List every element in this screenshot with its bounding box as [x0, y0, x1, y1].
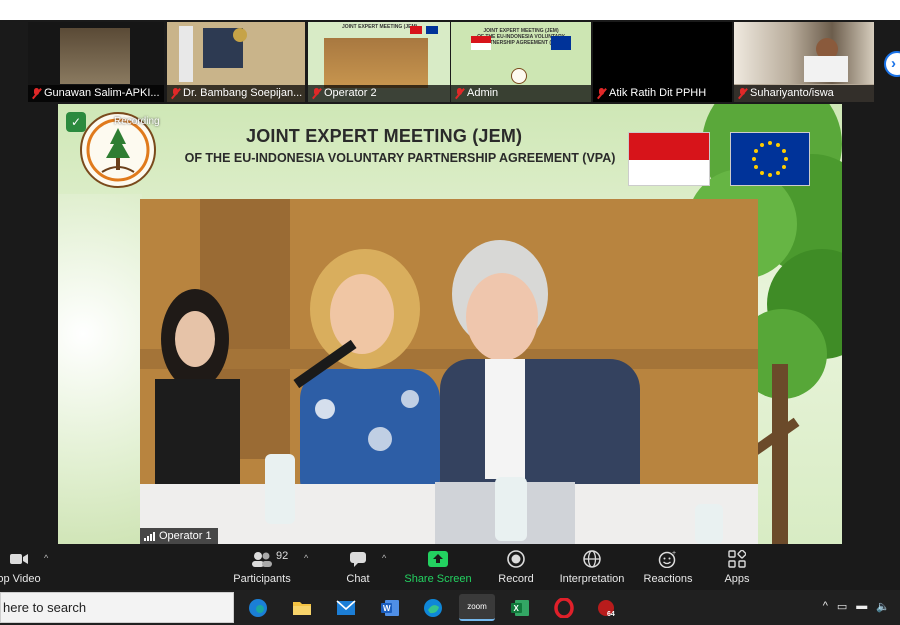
- slide-subtitle: OF THE EU-INDONESIA VOLUNTARY PARTNERSHI…: [184, 151, 616, 165]
- show-hidden-icons-chevron-icon[interactable]: ^: [823, 600, 828, 613]
- apps-grid-icon: [718, 548, 756, 570]
- mic-off-icon: [32, 88, 41, 99]
- video-camera-icon: [0, 548, 44, 570]
- network-icon[interactable]: ▭: [837, 600, 847, 613]
- thumb-bambang[interactable]: Dr. Bambang Soepijan...: [167, 22, 305, 102]
- apps-button[interactable]: Apps: [718, 548, 756, 585]
- participant-name: Atik Ratih Dit PPHH: [609, 87, 707, 99]
- indonesia-flag-icon: [628, 132, 710, 186]
- speaker-name-label: Operator 1: [140, 528, 218, 544]
- record-button[interactable]: Record: [494, 548, 538, 585]
- security-shield-icon[interactable]: ✓: [66, 112, 86, 132]
- participants-count: 92: [276, 550, 289, 562]
- zoom-window: ✋ Gunawan Salim-APKI... Dr. Bambang Soep…: [0, 20, 900, 590]
- zoom-app-icon[interactable]: zoom: [459, 594, 495, 621]
- chat-options-chevron-icon[interactable]: ^: [382, 553, 386, 563]
- thumb-atik[interactable]: Atik Ratih Dit PPHH: [593, 22, 732, 102]
- share-screen-icon: [404, 548, 472, 570]
- mic-off-icon: [171, 88, 180, 99]
- system-tray: ^ ▭ ▬ 🔈: [823, 600, 890, 613]
- svg-text:+: +: [672, 550, 676, 557]
- slide-title: JOINT EXPERT MEETING (JEM): [246, 126, 523, 146]
- active-speaker-video: ✓ Recording JOINT EXPERT MEETING (JEM) O…: [58, 104, 842, 544]
- battery-icon[interactable]: ▬: [856, 600, 867, 613]
- share-screen-button[interactable]: Share Screen: [404, 548, 472, 585]
- participant-strip: ✋ Gunawan Salim-APKI... Dr. Bambang Soep…: [0, 20, 900, 104]
- chat-button[interactable]: Chat: [338, 548, 378, 585]
- participant-name: Gunawan Salim-APKI...: [44, 87, 160, 99]
- video-button[interactable]: op Video: [0, 548, 44, 585]
- svg-text:X: X: [514, 604, 520, 613]
- mic-off-icon: [597, 88, 606, 99]
- file-explorer-icon[interactable]: [287, 594, 317, 621]
- participant-name: Dr. Bambang Soepijan...: [183, 87, 303, 99]
- video-options-chevron-icon[interactable]: ^: [44, 553, 48, 563]
- emoji-plus-icon: +: [641, 548, 695, 570]
- thumb-gunawan[interactable]: Gunawan Salim-APKI...: [28, 22, 164, 102]
- svg-text:64: 64: [607, 611, 615, 618]
- signal-strength-icon: [144, 531, 155, 541]
- meeting-toolbar: op Video ^ Participants 92 ^ Chat ^ Shar…: [0, 544, 900, 590]
- thumb-operator-2[interactable]: JOINT EXPERT MEETING (JEM) Operator 2: [308, 22, 450, 102]
- chat-bubble-icon: [338, 548, 378, 570]
- mic-off-icon: [312, 88, 321, 99]
- opera-icon[interactable]: [549, 594, 579, 621]
- mic-off-icon: [455, 88, 464, 99]
- volume-icon[interactable]: 🔈: [876, 600, 890, 613]
- svg-text:W: W: [383, 604, 391, 613]
- word-icon[interactable]: W: [375, 594, 405, 621]
- thumb-suhariyanto[interactable]: Suhariyanto/iswa: [734, 22, 874, 102]
- excel-icon[interactable]: X: [505, 594, 535, 621]
- eu-flag-icon: [730, 132, 810, 186]
- participant-name: Operator 2: [324, 87, 377, 99]
- edge-browser-icon[interactable]: [243, 594, 273, 621]
- mic-off-icon: [738, 88, 747, 99]
- edge-icon[interactable]: [418, 594, 448, 621]
- record-icon: [494, 548, 538, 570]
- background-leaves: [58, 194, 142, 544]
- video-feed: [60, 28, 130, 84]
- participant-name: Admin: [467, 87, 499, 99]
- participant-name: Suhariyanto/iswa: [750, 87, 834, 99]
- meeting-room-camera-feed: Operator 1: [140, 199, 758, 544]
- globe-icon: [555, 548, 629, 570]
- taskbar-search-box[interactable]: here to search: [0, 592, 234, 623]
- recording-indicator: Recording: [114, 116, 160, 127]
- thumb-admin[interactable]: JOINT EXPERT MEETING (JEM) OF THE EU-INDO…: [451, 22, 591, 102]
- windows-taskbar: here to search W zoom X 64 ^ ▭ ▬ 🔈: [0, 590, 900, 625]
- interpretation-button[interactable]: Interpretation: [555, 548, 629, 585]
- reactions-button[interactable]: + Reactions: [641, 548, 695, 585]
- game-app-icon[interactable]: 64: [591, 594, 621, 621]
- next-page-arrow-icon[interactable]: ›: [884, 51, 900, 77]
- mail-icon[interactable]: [331, 594, 361, 621]
- participants-options-chevron-icon[interactable]: ^: [304, 553, 308, 563]
